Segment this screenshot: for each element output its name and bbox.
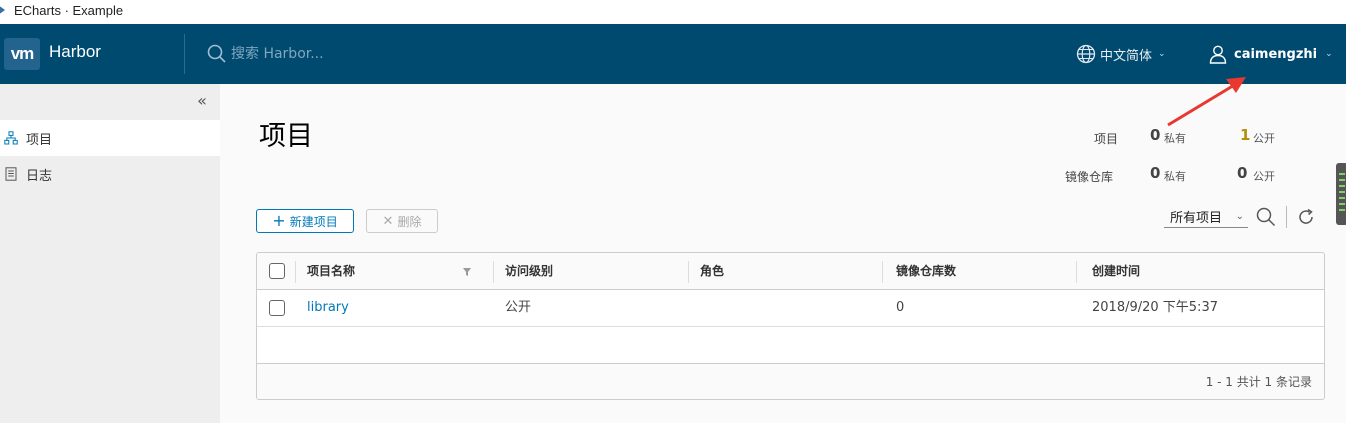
stat-projects-private: 0	[1150, 126, 1161, 144]
delete-button[interactable]: ✕ 删除	[366, 209, 438, 233]
pagination-summary: 1 - 1 共计 1 条记录	[1205, 375, 1312, 389]
sidebar-item-label: 日志	[26, 168, 53, 184]
access-level-cell: 公开	[505, 300, 532, 315]
org-chart-icon	[4, 131, 18, 145]
delete-label: 删除	[397, 214, 422, 229]
chevron-down-icon: ⌄	[1158, 49, 1166, 59]
stat-public-label: 公开	[1253, 132, 1275, 145]
sidebar-item-logs[interactable]: 日志	[0, 156, 220, 192]
document-icon	[5, 167, 17, 181]
globe-icon	[1076, 44, 1096, 64]
sidebar-item-label: 项目	[26, 132, 53, 148]
sidebar: « 项目 日志	[0, 84, 220, 423]
column-header-created[interactable]: 创建时间	[1082, 253, 1312, 290]
search-icon[interactable]	[1256, 207, 1276, 227]
repo-count-cell: 0	[896, 300, 905, 315]
refresh-icon[interactable]	[1296, 207, 1316, 227]
stat-public-label: 公开	[1253, 170, 1275, 183]
window-title: ECharts · Example	[14, 3, 124, 18]
header-divider	[184, 34, 185, 74]
chevron-down-icon: ⌄	[1235, 211, 1244, 222]
stat-private-label: 私有	[1164, 132, 1186, 145]
stat-projects-public: 1	[1240, 126, 1251, 144]
stat-repos-public: 0	[1237, 164, 1248, 182]
app-header: vm Harbor 中文简体 ⌄ caimengzhi ⌄	[0, 24, 1346, 84]
column-header-label: 项目名称	[307, 264, 356, 278]
stat-private-label: 私有	[1164, 170, 1186, 183]
vmware-logo[interactable]: vm	[4, 38, 40, 70]
created-time-cell: 2018/9/20 下午5:37	[1092, 300, 1218, 315]
table-footer: 1 - 1 共计 1 条记录	[257, 363, 1324, 399]
project-filter-select[interactable]: 所有项目 ⌄	[1164, 206, 1248, 228]
column-separator	[295, 261, 296, 283]
side-panel-handle[interactable]	[1336, 163, 1346, 225]
close-icon: ✕	[382, 213, 394, 229]
user-menu[interactable]: caimengzhi ⌄	[1208, 42, 1333, 66]
app-icon	[0, 6, 5, 14]
table-header: 项目名称 访问级别 角色 镜像仓库数 创建时间	[257, 253, 1324, 290]
row-checkbox[interactable]	[269, 300, 285, 316]
filter-icon[interactable]	[462, 267, 472, 277]
global-search-input[interactable]	[231, 41, 531, 67]
column-separator	[493, 261, 494, 283]
stat-repos-label: 镜像仓库	[1065, 170, 1114, 184]
select-all-checkbox[interactable]	[269, 263, 285, 279]
chevron-down-icon: ⌄	[1325, 49, 1333, 59]
search-icon[interactable]	[207, 44, 227, 64]
stat-projects-label: 项目	[1094, 132, 1119, 146]
page-title: 项目	[259, 121, 313, 152]
double-chevron-left-icon[interactable]: «	[192, 92, 212, 112]
window-titlebar: ECharts · Example	[0, 0, 1346, 24]
toolbar-divider	[1286, 206, 1287, 228]
new-project-button[interactable]: + 新建项目	[256, 209, 354, 233]
column-separator	[688, 261, 689, 283]
column-header-access[interactable]: 访问级别	[495, 253, 689, 290]
column-header-role[interactable]: 角色	[690, 253, 884, 290]
plus-icon: +	[272, 211, 286, 230]
table-row: library 公开 0 2018/9/20 下午5:37	[257, 290, 1324, 327]
role-cell	[690, 290, 700, 326]
language-label: 中文简体	[1100, 48, 1153, 64]
user-icon	[1209, 45, 1227, 64]
column-separator	[882, 261, 883, 283]
stat-repos-private: 0	[1150, 164, 1161, 182]
sidebar-item-projects[interactable]: 项目	[0, 120, 220, 156]
username: caimengzhi	[1234, 46, 1318, 62]
project-name-link[interactable]: library	[297, 290, 349, 326]
column-header-repo-count[interactable]: 镜像仓库数	[886, 253, 1076, 290]
filter-selected-value: 所有项目	[1170, 211, 1223, 226]
main-content: 项目 项目 0 私有 1 公开 镜像仓库 0 私有 0 公开 + 新建项目 ✕ …	[220, 84, 1346, 423]
brand-name[interactable]: Harbor	[49, 42, 101, 62]
new-project-label: 新建项目	[289, 214, 338, 229]
projects-table: 项目名称 访问级别 角色 镜像仓库数 创建时间 library 公开 0 201…	[256, 252, 1325, 400]
language-selector[interactable]: 中文简体 ⌄	[1076, 42, 1166, 66]
column-separator	[1076, 261, 1077, 283]
